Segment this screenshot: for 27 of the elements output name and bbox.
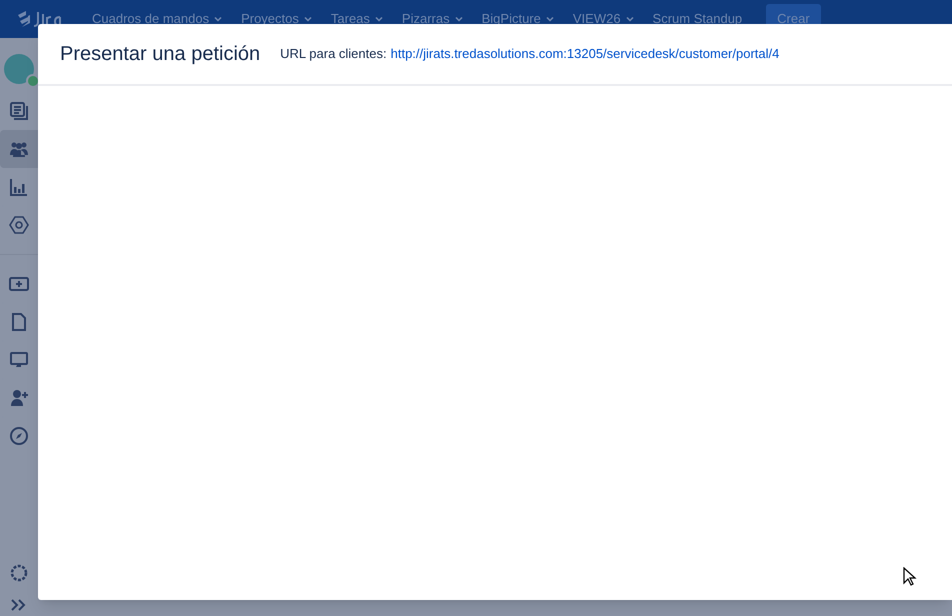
- nav-menu-item[interactable]: VIEW26: [572, 9, 635, 29]
- sidebar-item[interactable]: [0, 130, 38, 168]
- chevron-down-icon: [374, 14, 384, 24]
- nav-menu-item[interactable]: Pizarras: [402, 9, 464, 29]
- compass-icon: [9, 426, 29, 446]
- nav-menu-item[interactable]: Proyectos: [241, 9, 313, 29]
- chevron-down-icon: [213, 14, 224, 24]
- dialog-title: Presentar una petición: [60, 42, 260, 67]
- chevron-down-icon: [544, 14, 555, 24]
- settings-icon[interactable]: [8, 562, 30, 584]
- chevron-down-icon: [454, 14, 464, 24]
- nav-menu-item[interactable]: Tareas: [330, 9, 384, 29]
- chevron-down-icon: [302, 14, 313, 24]
- expand-icon[interactable]: [10, 598, 28, 612]
- url-label: URL para clientes:: [280, 45, 387, 64]
- page-icon: [9, 312, 29, 332]
- nav-menu-item[interactable]: BigPicture: [482, 9, 555, 29]
- chevron-down-icon: [624, 14, 635, 24]
- monitor-icon: [9, 350, 29, 370]
- user-add-icon: [9, 388, 29, 408]
- hexagon-icon: [9, 215, 29, 235]
- portal-url-link[interactable]: http://jirats.tredasolutions.com:13205/servicedesk/customer/portal/4: [390, 44, 780, 64]
- bar-chart-icon: [9, 177, 29, 197]
- stacked-pages-icon: [9, 101, 29, 121]
- nav-menu-item[interactable]: Cuadros de mandos: [92, 9, 224, 29]
- add-box-icon: [9, 274, 29, 294]
- mouse-pointer-icon: [903, 567, 917, 587]
